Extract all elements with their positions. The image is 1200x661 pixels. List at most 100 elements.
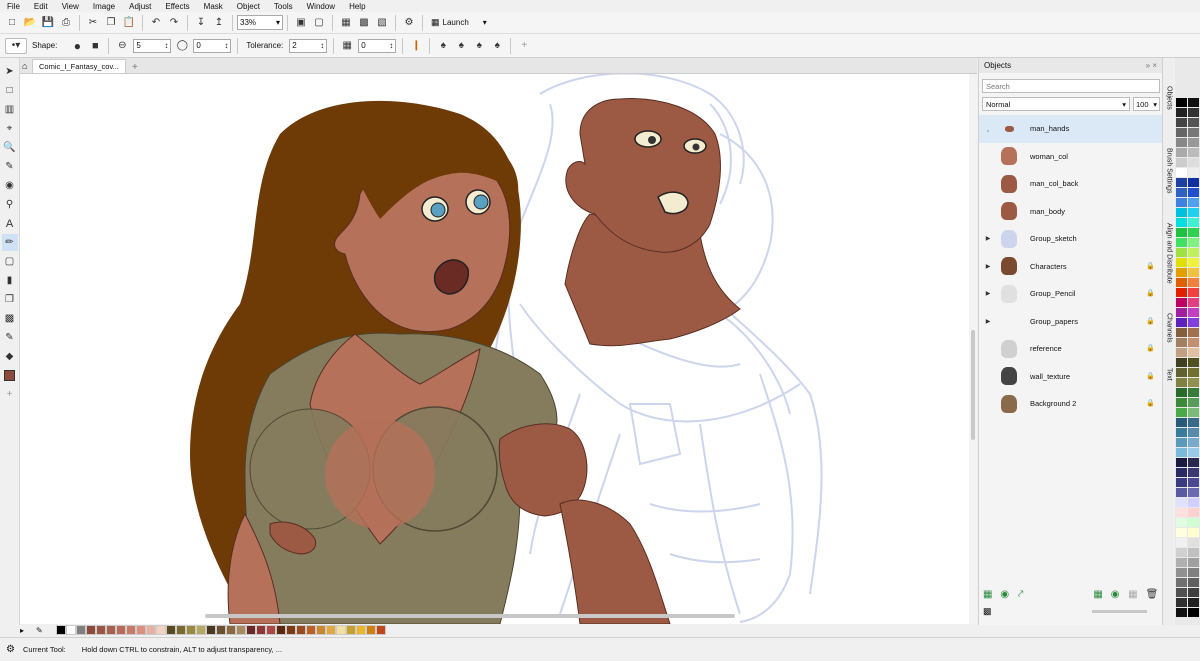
palette-swatch[interactable] [1176, 348, 1187, 358]
palette-swatch[interactable] [1176, 98, 1187, 108]
palette-swatch[interactable] [1176, 468, 1187, 478]
palette-swatch[interactable] [1188, 528, 1199, 538]
palette-swatch[interactable] [1176, 278, 1187, 288]
palette-swatch[interactable] [136, 625, 146, 635]
palette-swatch[interactable] [1188, 378, 1199, 388]
vertical-scrollbar[interactable] [969, 74, 977, 624]
palette-swatch[interactable] [1176, 228, 1187, 238]
palette-swatch[interactable] [1188, 158, 1199, 168]
print-icon[interactable]: ⎙ [58, 15, 74, 31]
palette-swatch[interactable] [1176, 178, 1187, 188]
grid-view-icon[interactable]: ▩ [983, 606, 992, 617]
palette-swatch[interactable] [86, 625, 96, 635]
palette-swatch[interactable] [1188, 328, 1199, 338]
palette-swatch[interactable] [1176, 448, 1187, 458]
horizontal-scrollbar[interactable] [205, 614, 735, 618]
palette-swatch[interactable] [1188, 288, 1199, 298]
object-row[interactable]: Background 2 🔒 [979, 390, 1163, 418]
thumbnail-size-slider[interactable] [1091, 610, 1147, 613]
palette-swatch[interactable] [1188, 448, 1199, 458]
palette-swatch[interactable] [1176, 388, 1187, 398]
expand-arrow-icon[interactable]: ▶ [982, 235, 994, 242]
group-icon[interactable]: ▦ [1093, 589, 1110, 600]
dodge-burn-icon[interactable]: ⚲ [2, 196, 18, 213]
new-object-icon[interactable]: ▦ [983, 589, 1000, 600]
palette-swatch[interactable] [1188, 518, 1199, 528]
launch-button[interactable]: ▦ Launch ▾ [431, 17, 487, 28]
palette-swatch[interactable] [316, 625, 326, 635]
undo-icon[interactable]: ↶ [148, 15, 164, 31]
palette-swatch[interactable] [1188, 418, 1199, 428]
palette-swatch[interactable] [1176, 328, 1187, 338]
palette-swatch[interactable] [1188, 138, 1199, 148]
palette-swatch[interactable] [186, 625, 196, 635]
palette-swatch[interactable] [1176, 418, 1187, 428]
palette-swatch[interactable] [1176, 198, 1187, 208]
palette-swatch[interactable] [1188, 348, 1199, 358]
palette-swatch[interactable] [106, 625, 116, 635]
blend-mode-select[interactable]: Normal ▾ [982, 97, 1130, 111]
palette-swatch[interactable] [1188, 408, 1199, 418]
object-row[interactable]: ▶ Group_Pencil 🔒 [979, 280, 1163, 308]
palette-swatch[interactable] [1176, 368, 1187, 378]
brush-preset-picker[interactable]: •▾ [5, 37, 27, 54]
lock-icon[interactable]: 🔒 [1146, 399, 1155, 407]
palette-swatch[interactable] [236, 625, 246, 635]
merge-mode-icon[interactable]: ♠ [435, 38, 451, 54]
status-gear-icon[interactable]: ⚙ [6, 644, 15, 655]
color-swatch-icon[interactable] [2, 367, 18, 384]
palette-swatch[interactable] [1188, 598, 1199, 608]
palette-swatch[interactable] [1188, 228, 1199, 238]
eraser-icon[interactable]: ▮ [2, 272, 18, 289]
palette-swatch[interactable] [1188, 508, 1199, 518]
document-tab[interactable]: Comic_I_Fantasy_cov... [32, 59, 126, 73]
lock-icon[interactable]: 🔒 [1146, 289, 1155, 297]
pick-tool-icon[interactable]: ➤ [2, 63, 18, 80]
scrollbar-thumb[interactable] [971, 330, 975, 440]
palette-swatch[interactable] [126, 625, 136, 635]
collapse-icon[interactable]: » × [1146, 61, 1157, 70]
palette-swatch[interactable] [1176, 158, 1187, 168]
palette-swatch[interactable] [1188, 318, 1199, 328]
palette-swatch[interactable] [116, 625, 126, 635]
palette-swatch[interactable] [1188, 268, 1199, 278]
palette-swatch[interactable] [1176, 488, 1187, 498]
palette-swatch[interactable] [1188, 558, 1199, 568]
menu-help[interactable]: Help [342, 2, 372, 11]
object-row[interactable]: wall_texture 🔒 [979, 363, 1163, 391]
palette-swatch[interactable] [1188, 208, 1199, 218]
lock-icon[interactable]: 🔒 [1146, 262, 1155, 270]
lock-icon[interactable]: 🔒 [1146, 317, 1155, 325]
fill-icon[interactable]: ◆ [2, 348, 18, 365]
new-layer-icon[interactable]: ◉ [1000, 589, 1017, 600]
palette-swatch[interactable] [1176, 258, 1187, 268]
import-icon[interactable]: ↧ [193, 15, 209, 31]
menu-image[interactable]: Image [86, 2, 122, 11]
add-tool-icon[interactable]: + [2, 386, 18, 403]
tab-brush-settings[interactable]: Brush Settings [1163, 148, 1175, 194]
spin-arrows-icon[interactable]: ↕ [320, 41, 324, 50]
tab-text[interactable]: Text [1163, 368, 1175, 381]
palette-swatch[interactable] [1188, 458, 1199, 468]
palette-swatch[interactable] [1188, 428, 1199, 438]
palette-swatch[interactable] [1176, 338, 1187, 348]
palette-swatch[interactable] [1188, 488, 1199, 498]
menu-mask[interactable]: Mask [197, 2, 230, 11]
red-eye-icon[interactable]: ◉ [2, 177, 18, 194]
menu-effects[interactable]: Effects [158, 2, 196, 11]
palette-swatch[interactable] [1176, 208, 1187, 218]
clone-icon[interactable]: ❐ [2, 291, 18, 308]
add-tab-icon[interactable]: + [128, 61, 142, 73]
palette-swatch[interactable] [1176, 128, 1187, 138]
spin-arrows-icon[interactable]: ↕ [224, 41, 228, 50]
palette-swatch[interactable] [1188, 248, 1199, 258]
palette-swatch[interactable] [1188, 588, 1199, 598]
object-row[interactable]: ▶ Characters 🔒 [979, 253, 1163, 281]
palette-swatch[interactable] [156, 625, 166, 635]
palette-swatch[interactable] [1176, 168, 1187, 178]
palette-swatch[interactable] [1188, 548, 1199, 558]
save-icon[interactable]: 💾 [40, 15, 56, 31]
palette-swatch[interactable] [146, 625, 156, 635]
round-shape-icon[interactable]: ● [69, 38, 85, 54]
palette-swatch[interactable] [1188, 238, 1199, 248]
